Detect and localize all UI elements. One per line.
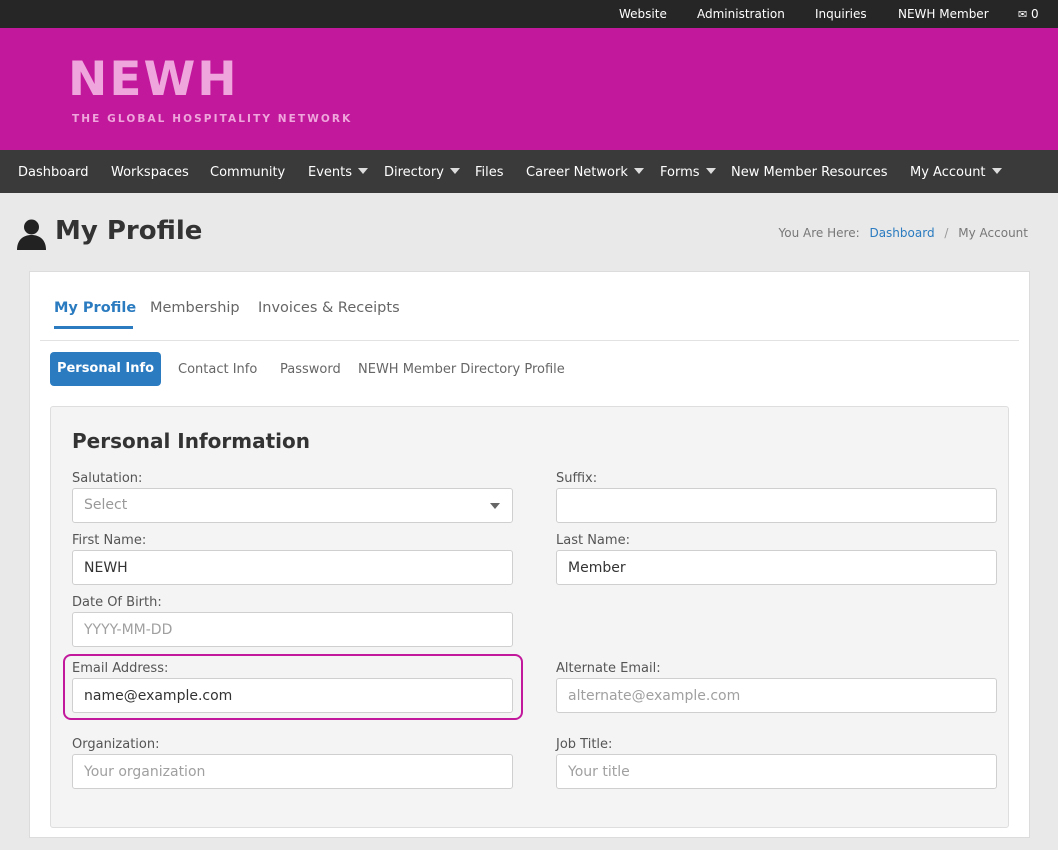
person-icon bbox=[17, 219, 46, 250]
messages-link[interactable]: ✉ 0 bbox=[1018, 7, 1039, 22]
main-nav: Dashboard Workspaces Community Events Di… bbox=[0, 150, 1058, 193]
nav-directory[interactable]: Directory bbox=[384, 165, 460, 181]
caret-down-icon bbox=[705, 168, 716, 174]
tab-membership[interactable]: Membership bbox=[150, 300, 240, 317]
nav-forms[interactable]: Forms bbox=[660, 165, 716, 181]
salutation-selected-value: Select bbox=[84, 497, 128, 513]
organization-field[interactable] bbox=[72, 754, 513, 789]
nav-files[interactable]: Files bbox=[475, 165, 504, 181]
caret-down-icon bbox=[358, 168, 369, 174]
nav-new-member-resources[interactable]: New Member Resources bbox=[731, 165, 887, 181]
inquiries-link[interactable]: Inquiries bbox=[815, 7, 867, 21]
salutation-label: Salutation: bbox=[72, 471, 143, 486]
nav-workspaces[interactable]: Workspaces bbox=[111, 165, 189, 181]
nav-events[interactable]: Events bbox=[308, 165, 369, 181]
last-name-field[interactable] bbox=[556, 550, 997, 585]
email-label: Email Address: bbox=[72, 661, 169, 676]
member-name-link[interactable]: NEWH Member bbox=[898, 7, 989, 21]
breadcrumb-prefix: You Are Here: bbox=[778, 226, 860, 240]
dob-label: Date Of Birth: bbox=[72, 595, 162, 610]
nav-my-account[interactable]: My Account bbox=[910, 165, 1002, 181]
page-title: My Profile bbox=[55, 216, 203, 246]
subtab-password[interactable]: Password bbox=[280, 362, 341, 377]
caret-down-icon bbox=[449, 168, 460, 174]
section-title: Personal Information bbox=[72, 429, 310, 453]
message-count: 0 bbox=[1031, 7, 1039, 21]
subtab-directory-profile[interactable]: NEWH Member Directory Profile bbox=[358, 362, 565, 377]
subtab-personal-info[interactable]: Personal Info bbox=[50, 352, 161, 386]
email-field[interactable] bbox=[72, 678, 513, 713]
suffix-field[interactable] bbox=[556, 488, 997, 523]
suffix-label: Suffix: bbox=[556, 471, 598, 486]
administration-link[interactable]: Administration bbox=[697, 7, 785, 21]
chevron-down-icon bbox=[490, 503, 500, 509]
organization-label: Organization: bbox=[72, 737, 160, 752]
breadcrumb-dashboard-link[interactable]: Dashboard bbox=[869, 226, 934, 240]
breadcrumb: You Are Here: Dashboard / My Account bbox=[779, 226, 1028, 240]
dob-field[interactable] bbox=[72, 612, 513, 647]
logo-title[interactable]: NEWH bbox=[68, 52, 239, 108]
caret-down-icon bbox=[991, 168, 1002, 174]
subtab-contact-info[interactable]: Contact Info bbox=[178, 362, 257, 377]
breadcrumb-separator: / bbox=[944, 226, 949, 240]
logo-subtitle: THE GLOBAL HOSPITALITY NETWORK bbox=[72, 113, 353, 125]
nav-dashboard[interactable]: Dashboard bbox=[18, 165, 89, 181]
first-name-field[interactable] bbox=[72, 550, 513, 585]
salutation-select[interactable]: Select bbox=[72, 488, 513, 523]
last-name-label: Last Name: bbox=[556, 533, 630, 548]
top-utility-bar: Website Administration Inquiries NEWH Me… bbox=[0, 0, 1058, 28]
job-title-label: Job Title: bbox=[556, 737, 613, 752]
tab-my-profile[interactable]: My Profile bbox=[54, 300, 136, 317]
first-name-label: First Name: bbox=[72, 533, 147, 548]
nav-career-network[interactable]: Career Network bbox=[526, 165, 644, 181]
website-link[interactable]: Website bbox=[619, 7, 667, 21]
alt-email-field[interactable] bbox=[556, 678, 997, 713]
job-title-field[interactable] bbox=[556, 754, 997, 789]
tab-invoices-receipts[interactable]: Invoices & Receipts bbox=[258, 300, 400, 317]
alt-email-label: Alternate Email: bbox=[556, 661, 661, 676]
active-tab-indicator bbox=[54, 326, 133, 329]
breadcrumb-current: My Account bbox=[958, 226, 1028, 240]
envelope-icon: ✉ bbox=[1018, 8, 1028, 21]
tabs-divider bbox=[40, 340, 1019, 341]
nav-community[interactable]: Community bbox=[210, 165, 285, 181]
caret-down-icon bbox=[633, 168, 644, 174]
